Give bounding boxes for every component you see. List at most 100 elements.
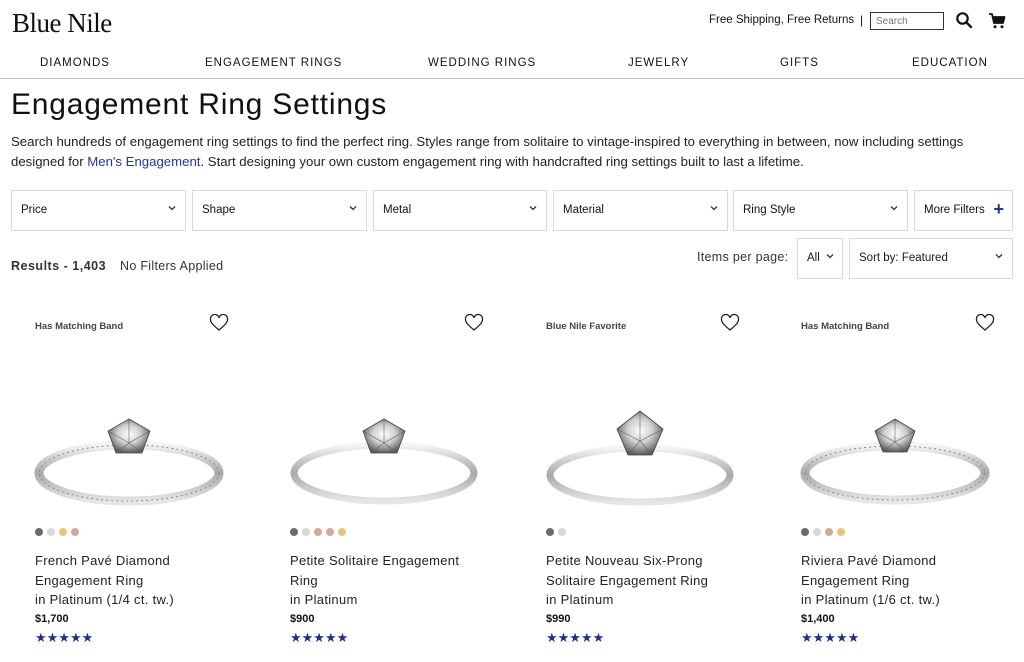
product-name-line: Engagement Ring — [801, 572, 910, 588]
plus-icon: + — [993, 199, 1004, 219]
nav-jewelry[interactable]: JEWELRY — [628, 57, 689, 69]
filter-price[interactable]: Price — [11, 190, 186, 231]
swatch-white-gold[interactable] — [302, 528, 310, 536]
items-per-page-select[interactable]: All — [797, 238, 843, 279]
cart-icon[interactable] — [988, 12, 1006, 30]
product-name[interactable]: Riviera Pavé Diamond Engagement Ring in … — [801, 551, 1001, 610]
star-rating: ★★★★★ — [546, 630, 605, 645]
product-card[interactable]: Petite Solitaire Engagement Ring in Plat… — [287, 300, 517, 662]
filter-shape-label: Shape — [202, 204, 236, 216]
filter-ring-style-label: Ring Style — [743, 204, 796, 216]
swatch-rose-gold[interactable] — [326, 528, 334, 536]
filter-more-label: More Filters — [924, 204, 985, 216]
swatch-white-gold[interactable] — [813, 528, 821, 536]
chevron-down-icon — [349, 206, 357, 211]
filter-shape[interactable]: Shape — [192, 190, 367, 231]
product-name-line: Petite Nouveau Six-Prong — [546, 553, 703, 568]
swatch-platinum[interactable] — [290, 528, 298, 536]
search-input[interactable] — [870, 12, 944, 30]
heart-icon[interactable] — [975, 314, 995, 332]
filter-more[interactable]: More Filters + — [914, 190, 1013, 231]
chevron-down-icon — [995, 254, 1003, 259]
filters-status: No Filters Applied — [120, 259, 224, 273]
product-badge: Blue Nile Favorite — [546, 321, 627, 332]
star-rating: ★★★★★ — [290, 630, 349, 645]
swatch-platinum[interactable] — [801, 528, 809, 536]
filter-material-label: Material — [563, 204, 604, 216]
ring-image[interactable] — [798, 405, 993, 515]
page-title: Engagement Ring Settings — [11, 88, 388, 121]
product-badge: Has Matching Band — [801, 321, 890, 332]
product-name[interactable]: Petite Solitaire Engagement Ring in Plat… — [290, 551, 490, 610]
ring-image[interactable] — [543, 405, 738, 515]
items-per-page-value: All — [807, 252, 820, 264]
product-name[interactable]: French Pavé Diamond Engagement Ring in P… — [35, 551, 235, 610]
heart-icon[interactable] — [209, 314, 229, 332]
product-card[interactable]: Has Matching Band French Pavé Diamond En… — [32, 300, 262, 662]
swatch-rose-gold[interactable] — [825, 528, 833, 536]
heart-icon[interactable] — [464, 314, 484, 332]
nav-engagement-rings[interactable]: ENGAGEMENT RINGS — [205, 57, 342, 69]
product-card[interactable]: Has Matching Band Riviera Pavé Diamond E… — [798, 300, 1024, 662]
chevron-down-icon — [710, 206, 718, 211]
swatch-platinum[interactable] — [546, 528, 554, 536]
results-label: Results - — [11, 259, 73, 273]
filter-material[interactable]: Material — [553, 190, 728, 231]
product-name-line: French Pavé Diamond — [35, 553, 171, 568]
product-name-line: Petite Solitaire Engagement — [290, 553, 460, 568]
nav-education[interactable]: EDUCATION — [912, 57, 988, 69]
main-nav: DIAMONDS ENGAGEMENT RINGS WEDDING RINGS … — [0, 50, 1024, 79]
product-name-line: in Platinum (1/4 ct. tw.) — [35, 592, 174, 607]
product-badge: Has Matching Band — [35, 321, 124, 332]
chevron-down-icon — [890, 206, 898, 211]
chevron-down-icon — [826, 254, 834, 259]
site-logo[interactable]: Blue Nile — [12, 8, 112, 39]
swatch-yellow-gold[interactable] — [837, 528, 845, 536]
heart-icon[interactable] — [720, 314, 740, 332]
star-rating: ★★★★★ — [801, 630, 860, 645]
product-price: $900 — [290, 613, 315, 625]
product-name-line: in Platinum (1/6 ct. tw.) — [801, 592, 940, 607]
product-card[interactable]: Blue Nile Favorite Petite Nouveau Six-Pr… — [543, 300, 773, 662]
intro-text: Search hundreds of engagement ring setti… — [11, 132, 1011, 172]
nav-gifts[interactable]: GIFTS — [780, 57, 819, 69]
product-name-line: Engagement Ring — [35, 572, 144, 588]
shipping-promo-link[interactable]: Free Shipping, Free Returns — [709, 14, 854, 26]
product-name-line: Solitaire Engagement Ring — [546, 572, 709, 588]
product-name-line: Ring — [290, 572, 318, 588]
results-summary: Results - 1,403 — [11, 259, 106, 273]
product-name-line: Riviera Pavé Diamond — [801, 553, 937, 568]
header-divider: | — [860, 13, 864, 27]
sort-select[interactable]: Sort by: Featured — [849, 238, 1013, 279]
swatch-yellow-gold[interactable] — [338, 528, 346, 536]
swatch-rose-gold[interactable] — [314, 528, 322, 536]
results-count: 1,403 — [72, 259, 107, 273]
chevron-down-icon — [168, 206, 176, 211]
filter-price-label: Price — [21, 204, 48, 216]
intro-text-end: . Start designing your own custom engage… — [200, 154, 804, 169]
nav-diamonds[interactable]: DIAMONDS — [40, 57, 110, 69]
filter-metal-label: Metal — [383, 204, 412, 216]
swatch-white-gold[interactable] — [47, 528, 55, 536]
swatch-platinum[interactable] — [35, 528, 43, 536]
product-price: $1,700 — [35, 613, 69, 625]
filter-metal[interactable]: Metal — [373, 190, 547, 231]
search-icon[interactable] — [955, 11, 973, 29]
star-rating: ★★★★★ — [35, 630, 94, 645]
mens-engagement-link[interactable]: Men's Engagement — [87, 154, 200, 169]
filter-ring-style[interactable]: Ring Style — [733, 190, 908, 231]
ring-image[interactable] — [287, 405, 482, 515]
product-name-line: in Platinum — [290, 592, 358, 607]
items-per-page-label: Items per page: — [697, 250, 789, 264]
ring-image[interactable] — [32, 405, 227, 515]
nav-wedding-rings[interactable]: WEDDING RINGS — [428, 57, 536, 69]
swatch-yellow-gold[interactable] — [59, 528, 67, 536]
product-price: $990 — [546, 613, 571, 625]
sort-value: Sort by: Featured — [859, 252, 948, 264]
product-price: $1,400 — [801, 613, 835, 625]
swatch-rose-gold[interactable] — [71, 528, 79, 536]
swatch-white-gold[interactable] — [558, 528, 566, 536]
top-bar: Blue Nile Free Shipping, Free Returns | — [0, 0, 1024, 48]
chevron-down-icon — [529, 206, 537, 211]
product-name[interactable]: Petite Nouveau Six-Prong Solitaire Engag… — [546, 551, 746, 610]
